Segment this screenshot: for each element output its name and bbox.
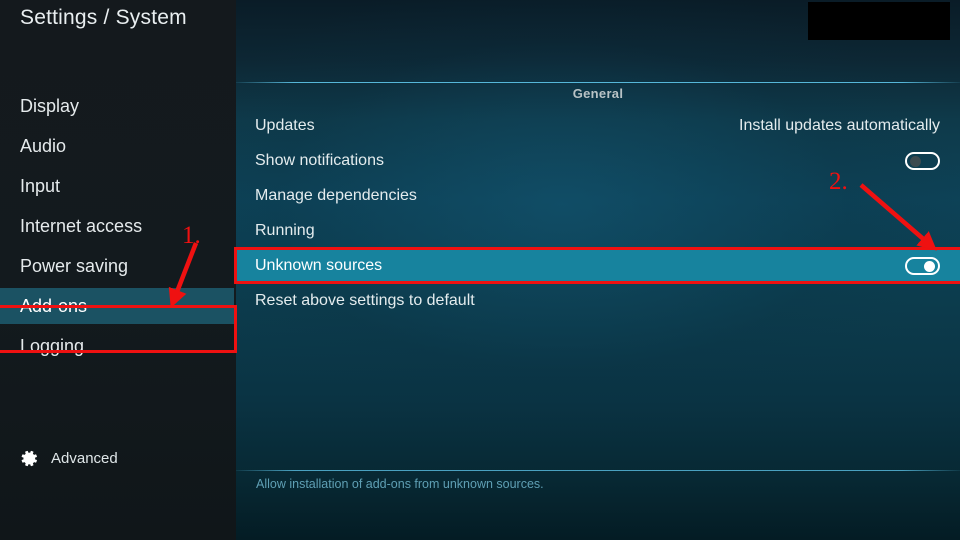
kodi-settings-screen: Settings / System Display Audio Input In…: [0, 0, 960, 540]
sidebar-item-internet-access[interactable]: Internet access: [0, 208, 236, 244]
sidebar-item-input[interactable]: Input: [0, 168, 236, 204]
sidebar-item-audio[interactable]: Audio: [0, 128, 236, 164]
setting-label: Updates: [255, 116, 315, 134]
setting-label: Manage dependencies: [255, 186, 417, 204]
setting-label: Show notifications: [255, 151, 384, 169]
toggle-knob: [910, 155, 921, 167]
settings-list: Updates Install updates automatically Sh…: [236, 108, 960, 318]
setting-row-unknown-sources[interactable]: Unknown sources: [236, 248, 960, 283]
setting-row-show-notifications[interactable]: Show notifications: [236, 143, 960, 178]
setting-row-running[interactable]: Running: [236, 213, 960, 248]
toggle-show-notifications[interactable]: [905, 151, 940, 170]
settings-content: General Updates Install updates automati…: [236, 0, 960, 540]
sidebar-item-label: Input: [20, 175, 61, 196]
setting-value-updates[interactable]: Install updates automatically: [739, 117, 940, 135]
setting-help-text: Allow installation of add-ons from unkno…: [256, 477, 544, 491]
toggle-knob: [924, 260, 935, 272]
sidebar-item-label: Add-ons: [20, 295, 88, 316]
sidebar-item-advanced[interactable]: Advanced: [18, 448, 118, 469]
redacted-clock-area: [808, 2, 950, 40]
sidebar-item-label: Audio: [20, 135, 67, 156]
content-bottom-divider: [236, 470, 960, 471]
setting-row-reset-to-default[interactable]: Reset above settings to default: [236, 283, 960, 318]
gear-icon: [18, 448, 39, 469]
sidebar-nav: Display Audio Input Internet access Powe…: [0, 88, 236, 368]
setting-label: Unknown sources: [255, 256, 383, 274]
sidebar-item-label: Internet access: [20, 215, 143, 236]
setting-label: Running: [255, 221, 315, 239]
setting-row-updates[interactable]: Updates Install updates automatically: [236, 108, 960, 143]
sidebar-item-display[interactable]: Display: [0, 88, 236, 124]
sidebar: Settings / System Display Audio Input In…: [0, 0, 236, 540]
section-header-general: General: [572, 86, 624, 101]
sidebar-item-logging[interactable]: Logging: [0, 328, 236, 364]
sidebar-item-label: Advanced: [51, 450, 118, 467]
sidebar-item-label: Power saving: [20, 255, 129, 276]
setting-row-manage-dependencies[interactable]: Manage dependencies: [236, 178, 960, 213]
sidebar-item-power-saving[interactable]: Power saving: [0, 248, 236, 284]
setting-label: Reset above settings to default: [255, 291, 475, 309]
content-top-divider: [236, 82, 960, 83]
page-title: Settings / System: [20, 6, 187, 29]
sidebar-item-label: Display: [20, 95, 80, 116]
toggle-unknown-sources[interactable]: [905, 256, 940, 275]
sidebar-item-add-ons[interactable]: Add-ons: [0, 288, 234, 324]
sidebar-item-label: Logging: [20, 335, 85, 356]
